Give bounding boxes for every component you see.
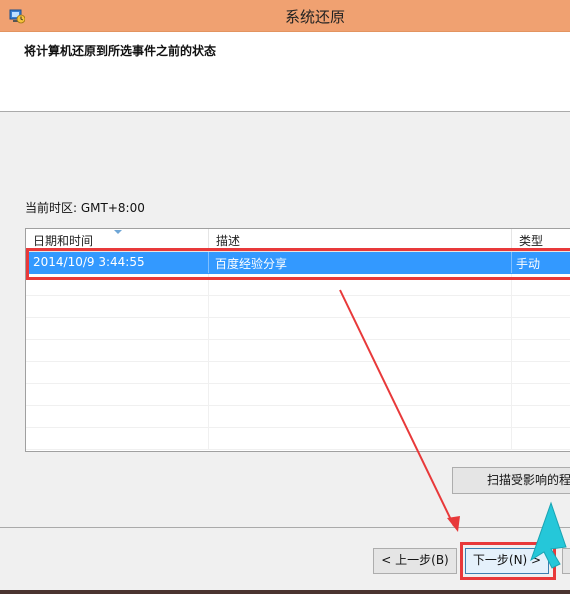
header-instruction: 将计算机还原到所选事件之前的状态 (24, 44, 217, 58)
bottom-edge (0, 590, 570, 594)
restore-point-description: 百度经验分享 (215, 257, 288, 271)
restore-point-date: 2014/10/9 3:44:55 (33, 255, 145, 269)
next-button[interactable]: 下一步(N) > (465, 548, 549, 574)
system-restore-window: 系统还原 将计算机还原到所选事件之前的状态 当前时区: GMT+8:00 日期和… (0, 0, 570, 594)
table-row-empty (26, 428, 570, 450)
table-row-empty (26, 274, 570, 296)
sort-arrow-icon (114, 230, 122, 234)
restore-points-table: 日期和时间 描述 类型 2014/10/9 3:44:55 百度经验分享 手动 (25, 228, 570, 452)
table-row-empty (26, 340, 570, 362)
footer-divider (0, 527, 570, 528)
annotation-arrow-head (447, 516, 460, 532)
table-row-empty (26, 362, 570, 384)
header-panel: 将计算机还原到所选事件之前的状态 (0, 32, 570, 112)
table-row-empty (26, 384, 570, 406)
back-button[interactable]: < 上一步(B) (373, 548, 457, 574)
cancel-button-partial[interactable] (562, 548, 570, 574)
window-title: 系统还原 (284, 8, 345, 26)
restore-point-type: 手动 (516, 257, 541, 271)
timezone-label: 当前时区: GMT+8:00 (25, 201, 145, 215)
table-row-empty (26, 406, 570, 428)
table-row-empty (26, 296, 570, 318)
title-bar: 系统还原 (0, 0, 570, 32)
table-header: 日期和时间 描述 类型 (26, 229, 570, 252)
table-row[interactable]: 2014/10/9 3:44:55 百度经验分享 手动 (26, 252, 570, 274)
cell-date: 2014/10/9 3:44:55 (26, 252, 209, 273)
column-header-type[interactable]: 类型 (512, 229, 570, 251)
cell-description: 百度经验分享 (209, 252, 512, 273)
table-row-empty (26, 318, 570, 340)
scan-affected-programs-button[interactable]: 扫描受影响的程 (452, 467, 570, 494)
column-header-description[interactable]: 描述 (209, 229, 512, 251)
